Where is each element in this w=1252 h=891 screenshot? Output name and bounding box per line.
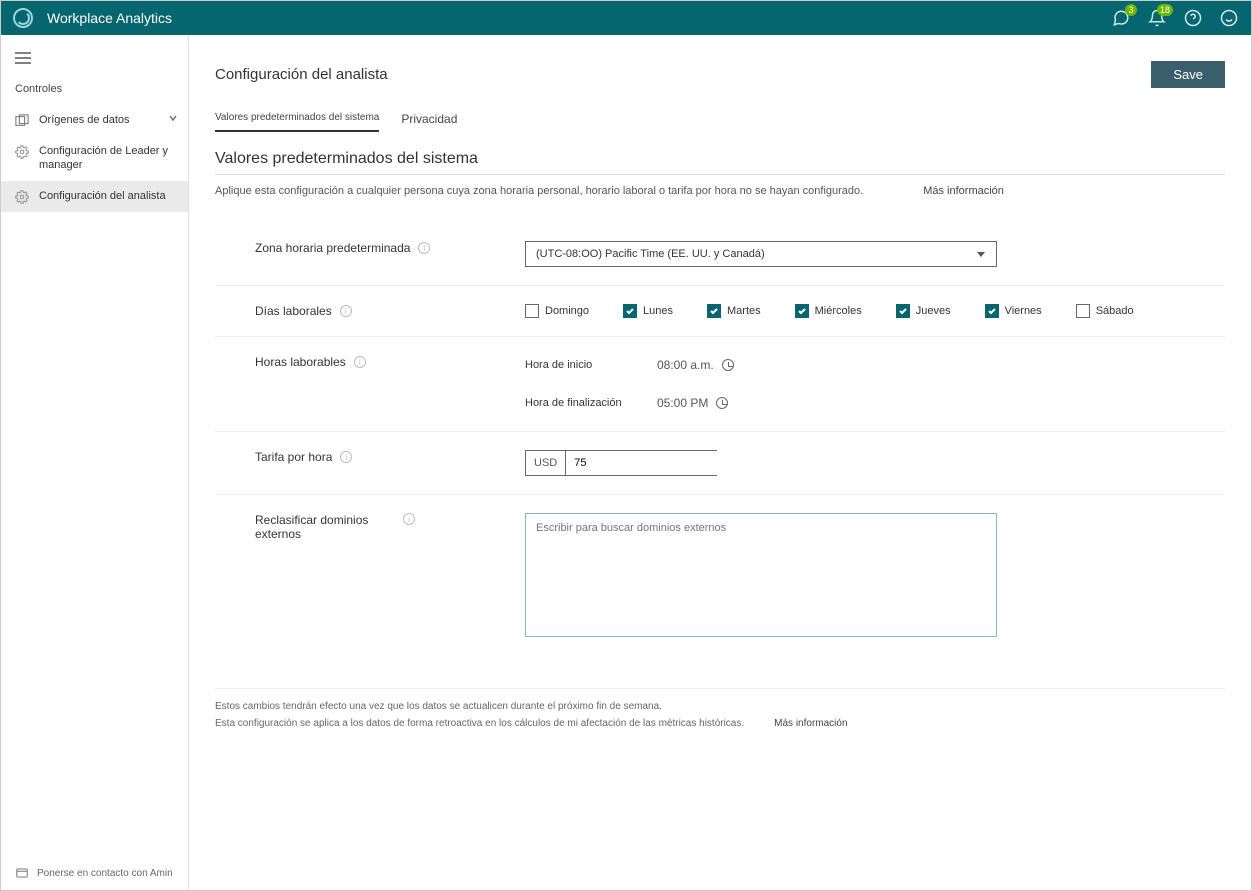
workday-label: Viernes [1005,305,1042,317]
workday-label: Martes [727,305,761,317]
start-time-value: 08:00 a.m. [657,358,714,372]
data-sources-icon [15,114,29,128]
checkbox-icon[interactable] [623,304,637,318]
workday-option[interactable]: Viernes [985,304,1042,318]
hamburger-icon[interactable] [15,51,188,65]
footer-note-2: Esta configuración se aplica a los datos… [215,718,744,729]
reclassify-domains-input[interactable] [525,513,997,637]
checkbox-icon[interactable] [1076,304,1090,318]
tabs: Valores predeterminados del sistema Priv… [215,112,1225,132]
workhours-label: Horas laborables [255,355,346,369]
chat-badge: 3 [1125,4,1137,16]
workday-label: Domingo [545,305,589,317]
sidebar-item-analyst-config[interactable]: Configuración del analista [1,181,188,212]
info-icon[interactable]: i [403,513,415,525]
gear-icon [15,145,29,159]
workday-option[interactable]: Domingo [525,304,589,318]
end-time-label: Hora de finalización [525,397,640,409]
workdays-label: Días laborales [255,304,332,318]
workday-option[interactable]: Jueves [896,304,951,318]
rate-currency: USD [526,451,566,475]
reclassify-label: Reclasificar dominios externos [255,513,395,541]
start-time-label: Hora de inicio [525,359,640,371]
gear-icon [15,190,29,204]
checkbox-icon[interactable] [795,304,809,318]
rate-label: Tarifa por hora [255,450,332,464]
section-description: Aplique esta configuración a cualquier p… [215,185,863,197]
caret-down-icon [976,249,986,259]
sidebar-item-label: Configuración del analista [39,189,166,203]
sidebar-item-data-sources[interactable]: Orígenes de datos [1,105,188,136]
workday-label: Jueves [916,305,951,317]
more-info-link[interactable]: Más información [923,185,1004,197]
feedback-icon[interactable] [1219,8,1239,28]
help-icon[interactable] [1183,8,1203,28]
app-header: Workplace Analytics 3 18 [1,1,1251,35]
section-title: Valores predeterminados del sistema [215,150,1225,168]
contact-icon [15,866,29,880]
start-time-input[interactable]: 08:00 a.m. [652,355,739,375]
checkbox-icon[interactable] [985,304,999,318]
checkbox-icon[interactable] [707,304,721,318]
info-icon[interactable]: i [354,356,366,368]
workday-option[interactable]: Martes [707,304,761,318]
footer-notes: Estos cambios tendrán efecto una vez que… [215,688,1225,729]
checkbox-icon[interactable] [896,304,910,318]
bell-badge: 18 [1157,4,1173,16]
tab-privacy[interactable]: Privacidad [401,112,457,132]
divider [215,174,1225,175]
sidebar-item-leader-manager[interactable]: Configuración de Leader y manager [1,136,188,181]
rate-value-input[interactable] [566,451,724,475]
end-time-value: 05:00 PM [657,396,708,410]
info-icon[interactable]: i [418,242,430,254]
workdays-group: Domingo Lunes Martes Miércoles Jueves Viernes… [525,304,1225,318]
workday-label: Lunes [643,305,673,317]
bell-icon[interactable]: 18 [1147,8,1167,28]
workday-option[interactable]: Miércoles [795,304,862,318]
info-icon[interactable]: i [340,305,352,317]
sidebar-item-label: Configuración de Leader y manager [39,144,178,173]
app-title: Workplace Analytics [47,10,172,26]
workday-label: Miércoles [815,305,862,317]
sidebar-footer-label: Ponerse en contacto con Amin [37,868,173,879]
save-button[interactable]: Save [1151,61,1225,88]
timezone-label: Zona horaria predeterminada [255,241,410,255]
workday-label: Sábado [1096,305,1134,317]
workday-option[interactable]: Sábado [1076,304,1134,318]
main-content: Configuración del analista Save Valores … [189,35,1251,890]
sidebar: Controles Orígenes de datos Configuració… [1,35,189,890]
info-icon[interactable]: i [340,451,352,463]
clock-icon [716,397,728,409]
hourly-rate-input[interactable]: USD [525,450,717,476]
tab-system-defaults[interactable]: Valores predeterminados del sistema [215,112,379,132]
timezone-value: (UTC-08:OO) Pacific Time (EE. UU. y Cana… [536,248,765,260]
sidebar-section-label: Controles [15,83,188,95]
timezone-select[interactable]: (UTC-08:OO) Pacific Time (EE. UU. y Cana… [525,241,997,267]
clock-icon [722,359,734,371]
end-time-input[interactable]: 05:00 PM [652,393,733,413]
workday-option[interactable]: Lunes [623,304,673,318]
more-info-link-2[interactable]: Más información [774,718,847,729]
app-logo-icon [13,8,33,28]
footer-note-1: Estos cambios tendrán efecto una vez que… [215,701,1225,712]
checkbox-icon[interactable] [525,304,539,318]
chevron-down-icon [168,113,178,123]
sidebar-footer-contact[interactable]: Ponerse en contacto con Amin [1,856,188,890]
chat-icon[interactable]: 3 [1111,8,1131,28]
page-title: Configuración del analista [215,66,388,83]
sidebar-item-label: Orígenes de datos [39,113,130,127]
